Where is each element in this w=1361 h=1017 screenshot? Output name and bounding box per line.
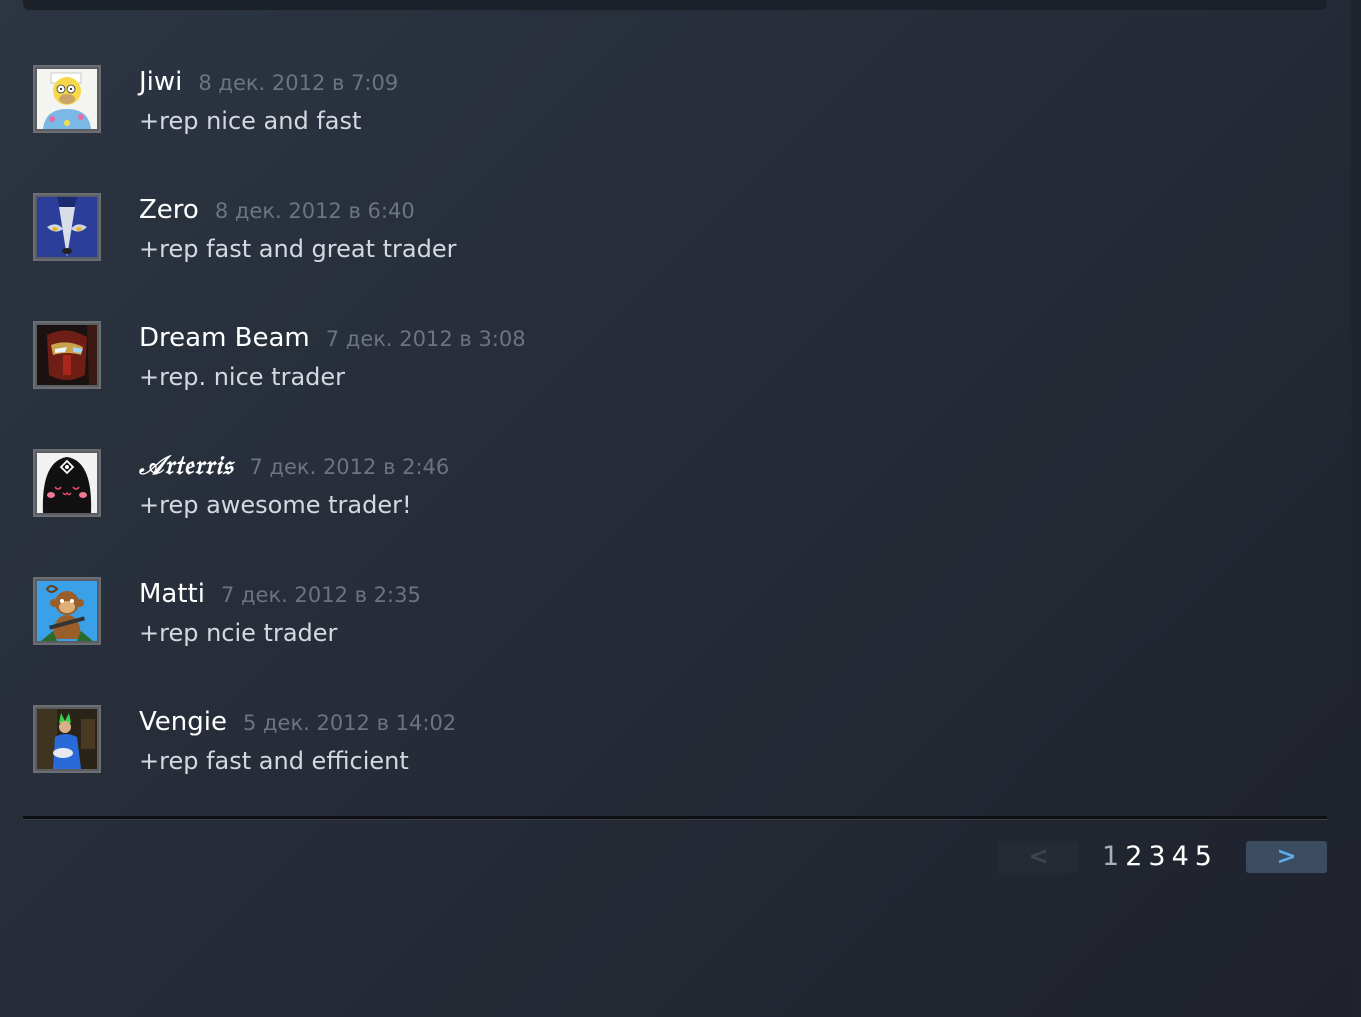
avatar[interactable]	[33, 705, 101, 773]
monkey-avatar-icon	[37, 581, 97, 641]
page-link-5[interactable]: 5	[1195, 841, 1212, 873]
comment-text: +rep awesome trader!	[139, 491, 412, 519]
avatar[interactable]	[33, 65, 101, 133]
comment-item: 𝒜𝔯𝔱𝔢𝔯𝔯𝔦𝔰 7 дек. 2012 в 2:46 +rep awesome…	[33, 449, 1323, 539]
comment-text: +rep nice and fast	[139, 107, 362, 135]
page-link-4[interactable]: 4	[1172, 841, 1189, 873]
comment-header: Jiwi 8 дек. 2012 в 7:09	[139, 65, 398, 99]
comment-header: 𝒜𝔯𝔱𝔢𝔯𝔯𝔦𝔰 7 дек. 2012 в 2:46	[139, 449, 449, 483]
wolf-avatar-icon	[37, 197, 97, 257]
page-link-1[interactable]: 1	[1102, 841, 1119, 873]
author-name-link[interactable]: Matti	[139, 577, 205, 611]
avatar[interactable]	[33, 577, 101, 645]
prev-page-button[interactable]: <	[998, 841, 1079, 873]
avatar[interactable]	[33, 321, 101, 389]
avatar[interactable]	[33, 193, 101, 261]
comment-item: Zero 8 дек. 2012 в 6:40 +rep fast and gr…	[33, 193, 1323, 283]
comment-item: Jiwi 8 дек. 2012 в 7:09 +rep nice and fa…	[33, 65, 1323, 155]
comment-item: Matti 7 дек. 2012 в 2:35 +rep ncie trade…	[33, 577, 1323, 667]
comment-header: Matti 7 дек. 2012 в 2:35	[139, 577, 421, 611]
hooded-face-avatar-icon	[37, 453, 97, 513]
comment-text: +rep fast and efficient	[139, 747, 409, 775]
comment-timestamp: 5 дек. 2012 в 14:02	[242, 711, 457, 735]
pagination: < 1 2 3 4 5 >	[998, 841, 1327, 873]
gamer-photo-avatar-icon	[37, 709, 97, 769]
author-name-link[interactable]: Zero	[139, 193, 199, 227]
comment-header: Dream Beam 7 дек. 2012 в 3:08	[139, 321, 526, 355]
comment-timestamp: 7 дек. 2012 в 2:46	[249, 455, 450, 479]
comment-text: +rep ncie trader	[139, 619, 338, 647]
scrollbar-track[interactable]	[1351, 0, 1361, 1017]
comment-timestamp: 8 дек. 2012 в 6:40	[214, 199, 415, 223]
iron-man-avatar-icon	[37, 325, 97, 385]
next-page-button[interactable]: >	[1246, 841, 1327, 873]
author-name-link[interactable]: Dream Beam	[139, 321, 310, 355]
author-name-link[interactable]: Jiwi	[139, 65, 182, 99]
comment-timestamp: 7 дек. 2012 в 2:35	[220, 583, 421, 607]
page-numbers: 1 2 3 4 5	[1102, 841, 1218, 873]
avatar[interactable]	[33, 449, 101, 517]
page-link-3[interactable]: 3	[1148, 841, 1165, 873]
comment-header: Vengie 5 дек. 2012 в 14:02	[139, 705, 456, 739]
homer-avatar-icon	[37, 69, 97, 129]
comment-item: Dream Beam 7 дек. 2012 в 3:08 +rep. nice…	[33, 321, 1323, 411]
comment-header: Zero 8 дек. 2012 в 6:40	[139, 193, 415, 227]
author-name-link[interactable]: 𝒜𝔯𝔱𝔢𝔯𝔯𝔦𝔰	[139, 449, 233, 483]
comment-item: Vengie 5 дек. 2012 в 14:02 +rep fast and…	[33, 705, 1323, 795]
comment-timestamp: 7 дек. 2012 в 3:08	[325, 327, 526, 351]
comment-timestamp: 8 дек. 2012 в 7:09	[198, 71, 399, 95]
author-name-link[interactable]: Vengie	[139, 705, 227, 739]
top-panel-edge	[23, 0, 1327, 10]
comments-divider	[23, 816, 1327, 820]
page-link-2[interactable]: 2	[1125, 841, 1142, 873]
comment-text: +rep fast and great trader	[139, 235, 457, 263]
comment-text: +rep. nice trader	[139, 363, 346, 391]
